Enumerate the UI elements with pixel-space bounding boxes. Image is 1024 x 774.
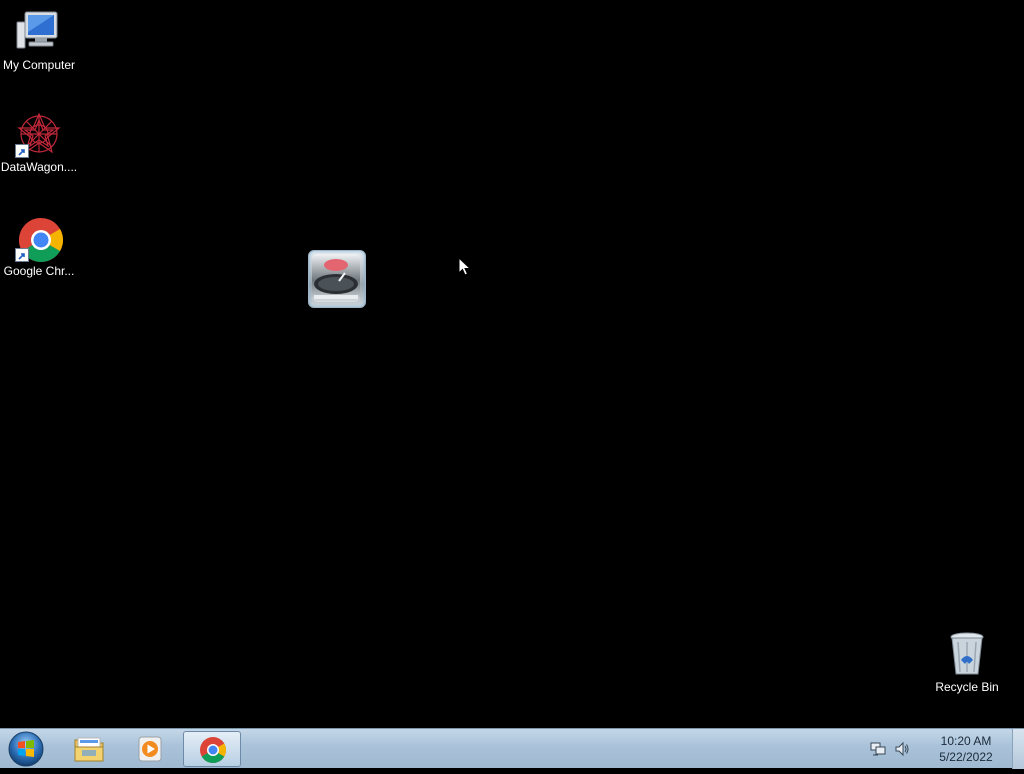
chrome-icon <box>200 737 227 764</box>
windows-start-icon <box>8 731 44 767</box>
icon-label: DataWagon.... <box>0 160 78 174</box>
volume-icon[interactable] <box>894 741 910 762</box>
datawagon-shortcut[interactable]: DataWagon.... <box>0 110 78 174</box>
start-button[interactable] <box>4 729 48 769</box>
media-player-icon <box>138 736 162 762</box>
my-computer-shortcut[interactable]: My Computer <box>0 8 78 72</box>
computer-icon <box>15 8 63 56</box>
icon-label: Google Chr... <box>3 264 75 278</box>
taskbar-explorer-button[interactable] <box>60 731 118 767</box>
taskbar-chrome-button[interactable] <box>183 731 241 767</box>
clock-time: 10:20 AM <box>940 734 992 748</box>
chrome-icon <box>15 214 63 262</box>
recycle-bin-shortcut[interactable]: Recycle Bin <box>928 630 1006 694</box>
show-desktop-button[interactable] <box>1012 729 1024 769</box>
shortcut-arrow-icon <box>15 248 29 262</box>
folder-icon <box>74 737 104 762</box>
taskbar-media-player-button[interactable] <box>121 731 179 767</box>
system-tray: 10:20 AM 5/22/2022 <box>870 729 1000 769</box>
turntable-widget-icon[interactable] <box>308 250 366 308</box>
datawagon-icon <box>15 110 63 158</box>
google-chrome-shortcut[interactable]: Google Chr... <box>0 214 78 278</box>
network-icon[interactable] <box>870 741 886 762</box>
icon-label: My Computer <box>2 58 76 72</box>
taskbar: 10:20 AM 5/22/2022 <box>0 728 1024 769</box>
shortcut-arrow-icon <box>15 144 29 158</box>
desktop[interactable]: My Computer DataWagon.... Google Chr... … <box>0 0 1024 728</box>
clock[interactable]: 10:20 AM 5/22/2022 <box>932 733 1000 765</box>
icon-label: Recycle Bin <box>935 680 999 694</box>
mouse-pointer-icon <box>458 256 472 277</box>
clock-date: 5/22/2022 <box>939 750 993 764</box>
recycle-bin-icon <box>943 630 991 678</box>
